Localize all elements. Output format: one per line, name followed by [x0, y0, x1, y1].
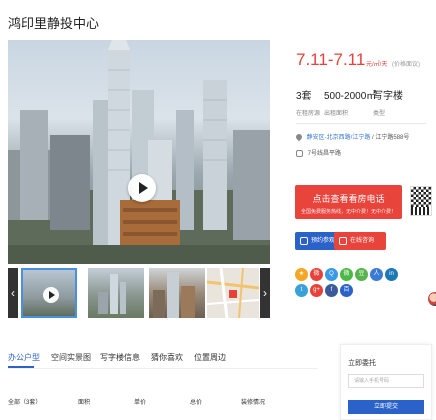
thumbnail-aerial[interactable] [88, 268, 144, 318]
phone-input[interactable]: 请输入手机号码 [348, 374, 424, 388]
tab-recommendations[interactable]: 猜你喜欢 [151, 352, 183, 363]
thumbnail-video[interactable] [21, 268, 77, 318]
stat-value: 写字楼 [373, 91, 403, 102]
thumbnail-map[interactable] [207, 268, 259, 318]
metro-info: 7号线昌平路 [296, 148, 341, 157]
weibo-icon[interactable]: 微 [310, 268, 323, 281]
tabs-divider [8, 368, 318, 369]
renren-icon[interactable]: 人 [370, 268, 383, 281]
thumbnail-image [153, 272, 195, 318]
chat-icon [339, 237, 347, 245]
stat-area: 500-2000㎡ 出租面积 [324, 87, 376, 117]
qzone-icon[interactable]: ★ [295, 268, 308, 281]
appointment-label: 预约参观 [311, 238, 336, 244]
tab-photos[interactable]: 空间实景图 [51, 352, 91, 363]
table-header-unit-price: 单价 [134, 400, 147, 406]
location-pin-icon [294, 133, 304, 142]
metro-text: 7号线昌平路 [307, 151, 342, 157]
call-button-sublabel: 全国免费服务热线，无中介费！无中介费！ [300, 209, 396, 215]
tab-floor-plans[interactable]: 办公户型 [8, 352, 40, 363]
online-chat-button[interactable]: 在线咨询 [334, 232, 386, 250]
thumbnail-image [207, 268, 259, 318]
tab-building-info[interactable]: 写字楼信息 [100, 352, 140, 363]
googleplus-icon[interactable]: g+ [310, 284, 323, 297]
stat-available: 3套 在租房源 [296, 87, 320, 117]
divider [296, 123, 426, 124]
stat-type: 写字楼 类型 [373, 87, 403, 117]
baidu-icon[interactable]: 百 [340, 284, 353, 297]
page-title: 鸿印里静投中心 [8, 16, 100, 31]
play-video-button[interactable] [128, 174, 156, 202]
play-icon [43, 287, 59, 303]
table-header-total-price: 总价 [190, 400, 203, 406]
table-header-area: 面积 [78, 400, 91, 406]
thumbnail-strip: ‹ › [8, 268, 270, 318]
address: 静安区-北京西路/江宁路 / 江宁路588号 [294, 132, 410, 142]
calendar-icon [300, 237, 308, 245]
address-detail: 江宁路588号 [375, 135, 410, 141]
price-note: (价格面议) [392, 62, 420, 68]
next-arrow-icon[interactable]: › [260, 268, 270, 318]
entrust-title: 立即委托 [348, 360, 376, 367]
qq-icon[interactable]: Q [325, 268, 338, 281]
customer-service-avatar[interactable] [428, 292, 436, 306]
thumbnail-image [98, 274, 126, 314]
address-district-link[interactable]: 静安区-北京西路/江宁路 [307, 135, 371, 141]
stat-value: 3套 [296, 91, 312, 102]
linkedin-icon[interactable]: in [385, 268, 398, 281]
price-range: 7.11-7.11 [296, 50, 366, 69]
stat-label: 出租面积 [324, 111, 349, 117]
submit-button[interactable]: 立即提交 [348, 400, 424, 414]
facebook-icon[interactable]: f [325, 284, 338, 297]
thumbnail-street[interactable] [149, 268, 205, 318]
tab-location[interactable]: 位置周边 [194, 352, 226, 363]
city-rendering [8, 40, 270, 264]
stat-label: 在租房源 [296, 111, 321, 117]
twitter-icon[interactable]: t [295, 284, 308, 297]
prev-arrow-icon[interactable]: ‹ [8, 268, 18, 318]
call-button-label: 点击查看看房电话 [312, 194, 385, 204]
view-phone-button[interactable]: 点击查看看房电话 全国免费服务热线，无中介费！无中介费！ [295, 185, 402, 219]
stat-label: 类型 [373, 111, 386, 117]
table-header-decoration: 装修情况 [241, 400, 266, 406]
main-building-image[interactable] [8, 40, 270, 264]
wechat-icon[interactable]: 微 [340, 268, 353, 281]
address-separator: / [372, 135, 374, 141]
qr-code-pattern [411, 187, 431, 207]
douban-icon[interactable]: 豆 [355, 268, 368, 281]
entrust-panel: 立即委托 请输入手机号码 立即提交 [340, 344, 432, 420]
metro-icon [296, 149, 303, 157]
price-unit: 元/㎡/天 [366, 62, 388, 68]
table-header-all[interactable]: 全部（3套） [8, 397, 41, 406]
chat-label: 在线咨询 [350, 238, 375, 244]
stat-value: 500-2000㎡ [324, 91, 377, 102]
